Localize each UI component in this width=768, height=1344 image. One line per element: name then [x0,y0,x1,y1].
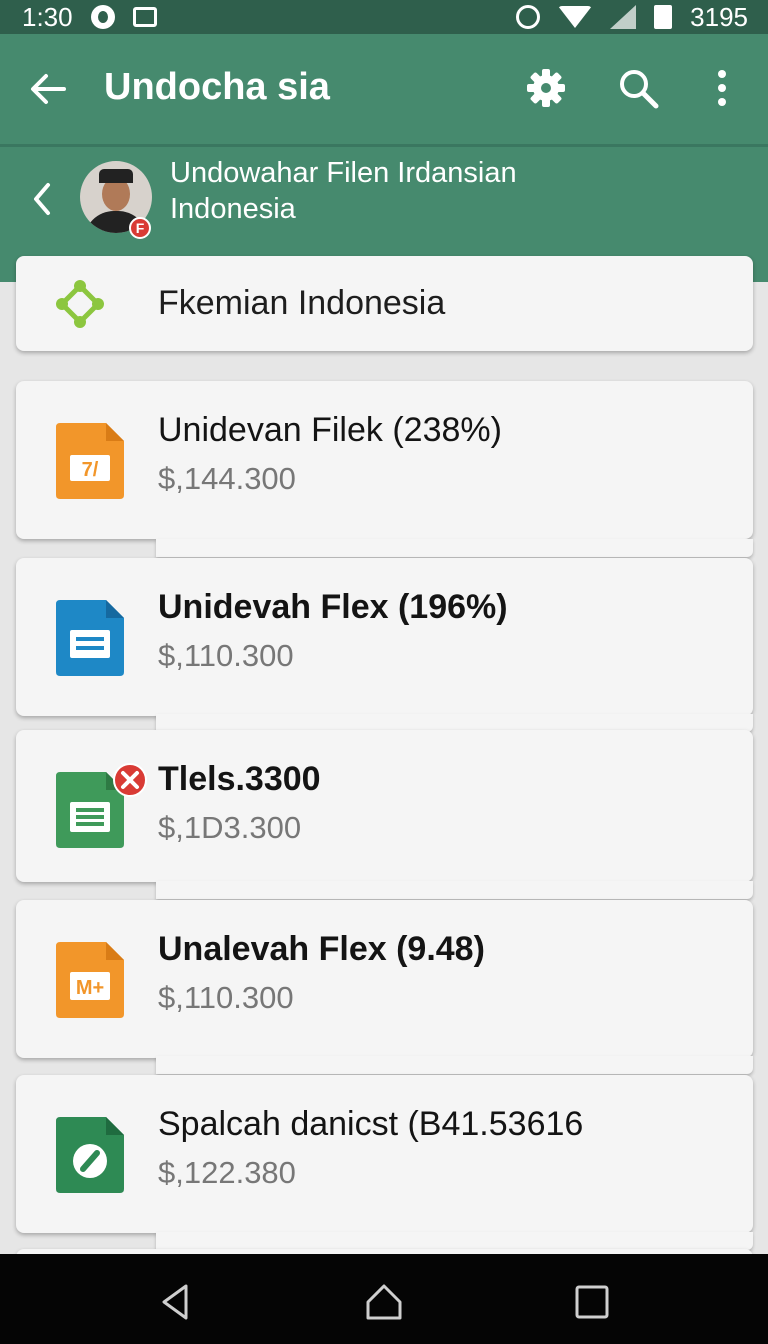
notification-icon [90,5,115,29]
avatar-badge: F [129,217,151,239]
svg-text:7/: 7/ [82,459,99,481]
status-time: 1:30 [22,1,73,32]
network-diamond-icon [56,280,104,328]
card-divider [156,881,753,899]
list-item[interactable]: M+ Unalevah Flex (9.48) $,110.300 [16,900,753,1058]
status-bar: 1:30 3195 [0,0,768,34]
section-card[interactable]: Fkemian Indonesia [16,256,753,351]
battery-icon [654,5,673,29]
docs-file-icon [56,600,124,676]
card-divider [156,1232,753,1250]
svg-text:M+: M+ [76,977,104,999]
status-left: 1:30 [22,2,157,33]
item-title: Tlels.3300 [158,760,321,798]
list-item[interactable]: 7/ Unidevan Filek (238%) $,144.300 [16,381,753,539]
app-bar: Undocha sia [0,34,768,144]
item-price: $,110.300 [158,980,294,1015]
navigation-bar [0,1254,768,1344]
avatar-cap [99,169,133,183]
search-icon[interactable] [616,66,660,110]
list-item[interactable]: Spalcah danicst (B41.53616 $,122.380 [16,1075,753,1233]
nav-back-icon[interactable] [156,1282,196,1322]
gear-icon[interactable] [524,66,568,110]
error-badge-icon [113,763,147,797]
item-price: $,144.300 [158,461,296,496]
signal-icon [610,5,637,29]
more-vert-icon[interactable] [700,66,744,110]
sub-header-title: Undowahar Filen Irdansian Indonesia [170,157,517,225]
item-title: Unalevah Flex (9.48) [158,930,485,968]
item-price: $,122.380 [158,1155,296,1190]
edit-file-icon [56,1117,124,1193]
slides-file-icon: 7/ [56,423,124,499]
card-divider [156,1056,753,1074]
wifi-icon [558,6,593,28]
section-title: Fkemian Indonesia [158,284,446,322]
list-item[interactable]: Tlels.3300 $,1D3.300 [16,730,753,882]
alarm-icon [516,5,541,29]
status-right: 3195 [516,2,748,33]
nav-recent-apps-icon[interactable] [572,1282,612,1322]
back-arrow-icon[interactable] [28,72,68,106]
item-title: Spalcah danicst (B41.53616 [158,1105,584,1143]
item-price: $,110.300 [158,638,294,673]
battery-text: 3195 [690,1,748,32]
chevron-left-icon[interactable] [28,179,56,219]
nav-home-icon[interactable] [364,1282,404,1322]
item-price: $,1D3.300 [158,810,302,845]
image-notification-icon [132,7,157,27]
list-item[interactable]: Unidevah Flex (196%) $,110.300 [16,558,753,716]
item-title: Unidevah Flex (196%) [158,588,508,626]
item-title: Unidevan Filek (238%) [158,411,502,449]
card-divider [156,539,753,557]
app-title: Undocha sia [104,66,330,108]
forms-file-icon: M+ [56,942,124,1018]
